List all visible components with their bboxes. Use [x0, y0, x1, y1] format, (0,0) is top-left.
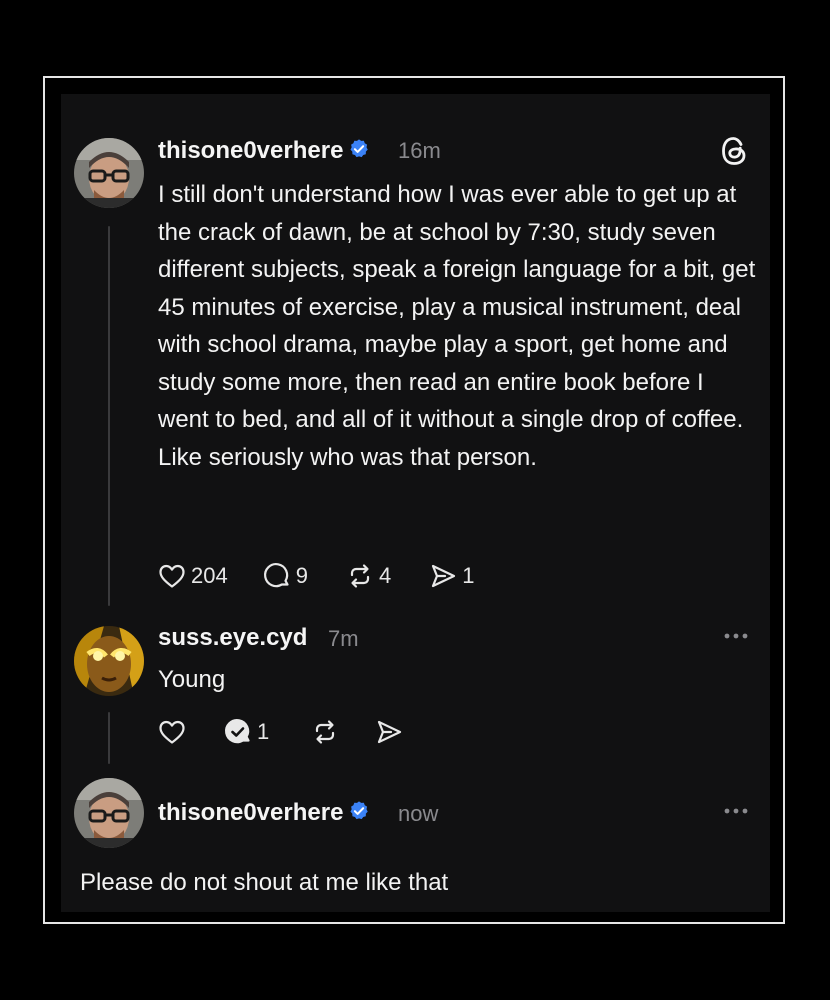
heart-icon [159, 564, 185, 588]
reply2-time: now [398, 801, 439, 826]
heart-icon [159, 720, 185, 744]
post-text: I still don't understand how I was ever … [158, 181, 756, 471]
reply2-username[interactable]: thisone0verhere [158, 799, 370, 827]
more-dots-icon[interactable] [723, 631, 749, 641]
like-button[interactable]: 204 [158, 563, 228, 589]
avatar-photo [74, 138, 144, 208]
post-username-text: thisone0verhere [158, 137, 344, 164]
repost-icon [316, 720, 335, 744]
more-dots-icon[interactable] [723, 806, 749, 816]
repost-icon [350, 564, 370, 588]
like-count: 204 [191, 563, 228, 588]
thread-line [108, 712, 110, 764]
thread-line [108, 226, 110, 606]
verified-badge-icon [350, 801, 369, 820]
comment-button[interactable]: 1 [224, 718, 269, 746]
post-username[interactable]: thisone0verhere [158, 137, 370, 165]
comment-count: 1 [257, 719, 270, 744]
like-button[interactable] [158, 719, 186, 745]
threads-logo-icon[interactable] [719, 135, 749, 167]
comment-bubble-filled-icon [225, 719, 250, 744]
reply1-username[interactable]: suss.eye.cyd [158, 624, 307, 652]
verified-badge-icon [350, 139, 369, 158]
avatar[interactable] [74, 138, 144, 208]
avatar-photo [74, 778, 144, 848]
post-actions: 204 9 4 1 [158, 562, 474, 590]
send-icon [432, 564, 456, 588]
comment-bubble-icon [263, 563, 289, 588]
reply2-username-text: thisone0verhere [158, 799, 344, 826]
reply1-avatar-image [74, 626, 144, 696]
comment-count: 9 [295, 563, 308, 588]
repost-count: 4 [378, 563, 392, 588]
reply1-avatar[interactable] [74, 626, 144, 696]
reply2-text: Please do not shout at me like that [80, 869, 449, 896]
share-count: 1 [462, 563, 475, 588]
share-button[interactable]: 1 [429, 562, 474, 590]
send-icon [378, 720, 402, 744]
post-time: 16m [398, 138, 441, 163]
reply1-actions: 1 [158, 718, 403, 746]
repost-button[interactable] [311, 718, 339, 746]
reply1-time: 7m [328, 626, 359, 651]
share-button[interactable] [375, 718, 403, 746]
repost-button[interactable]: 4 [346, 562, 391, 590]
comment-button[interactable]: 9 [263, 562, 308, 590]
reply1-text: Young [158, 666, 226, 693]
reply2-avatar[interactable] [74, 778, 144, 848]
